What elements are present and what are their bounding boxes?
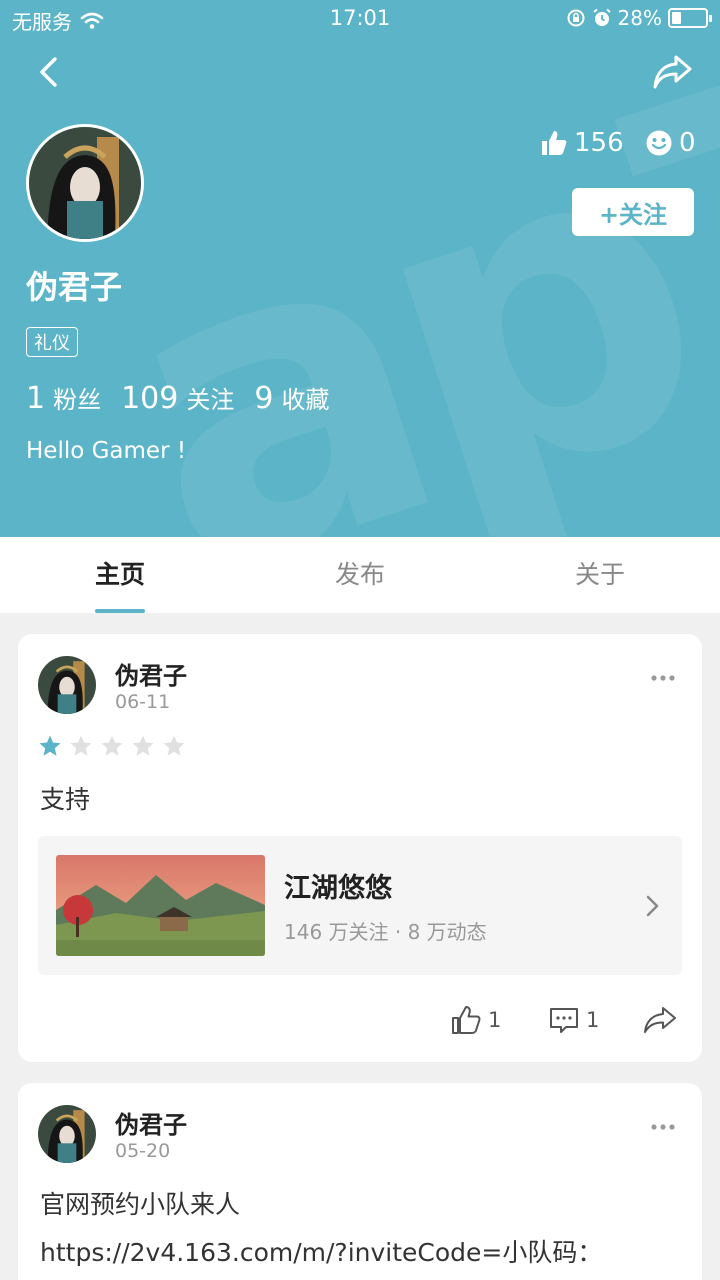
mood-counter[interactable]: 0 (645, 128, 696, 158)
share-outline-icon (644, 1007, 676, 1033)
profile-tag[interactable]: 礼仪 (26, 327, 78, 357)
post-author-avatar[interactable] (38, 1105, 96, 1163)
fans-label[interactable]: 粉丝 (53, 380, 101, 415)
favorites-label[interactable]: 收藏 (281, 380, 329, 415)
post-card[interactable]: 伪君子 05-20 官网预约小队来人 https://2v4.163.com/m… (18, 1083, 702, 1280)
battery-percent: 28% (617, 6, 662, 30)
profile-avatar[interactable] (26, 124, 144, 242)
follow-button[interactable]: +关注 (572, 188, 694, 236)
post-comment-count: 1 (586, 1008, 600, 1032)
post-date: 06-11 (115, 691, 171, 713)
more-options-icon[interactable] (650, 674, 676, 682)
likes-counter[interactable]: 156 (540, 128, 624, 158)
post-author-name[interactable]: 伪君子 (115, 656, 187, 691)
following-label[interactable]: 关注 (186, 380, 234, 415)
battery-icon (668, 8, 712, 28)
alarm-icon (592, 8, 611, 26)
post-card[interactable]: 伪君子 06-11 支持 江湖悠悠 146 万关注 · 8 万动态 1 1 (18, 634, 702, 1062)
star-empty-icon (70, 735, 92, 756)
profile-stats: 1 粉丝 109 关注 9 收藏 (26, 380, 349, 416)
following-count[interactable]: 109 (121, 381, 178, 416)
star-empty-icon (132, 735, 154, 756)
rating-stars (38, 734, 186, 758)
rotation-lock-icon (567, 9, 585, 27)
game-thumbnail (56, 855, 265, 956)
game-link-card[interactable]: 江湖悠悠 146 万关注 · 8 万动态 (38, 836, 682, 975)
post-text: 官网预约小队来人 (40, 1190, 241, 1219)
post-link-text[interactable]: https://2v4.163.com/m/?inviteCode=小队码： (40, 1233, 602, 1269)
tab-home[interactable]: 主页 (0, 537, 240, 613)
fans-count[interactable]: 1 (26, 381, 45, 416)
comment-icon (550, 1008, 578, 1033)
mood-count: 0 (679, 128, 696, 158)
post-date: 05-20 (115, 1140, 171, 1162)
likes-count: 156 (574, 128, 624, 158)
thumbs-up-outline-icon (452, 1006, 481, 1034)
star-empty-icon (163, 735, 185, 756)
post-comment-button[interactable]: 1 (548, 1000, 599, 1040)
post-author-avatar[interactable] (38, 656, 96, 714)
tab-posts[interactable]: 发布 (240, 537, 480, 613)
star-empty-icon (101, 735, 123, 756)
thumbs-up-icon (542, 131, 567, 155)
favorites-count[interactable]: 9 (254, 381, 273, 416)
profile-tabs: 主页 发布 关于 (0, 537, 720, 613)
post-share-button[interactable] (642, 1000, 678, 1040)
smiley-icon (646, 130, 672, 156)
star-filled-icon (39, 735, 61, 756)
profile-header: apTa 无服务 17:01 28% 156 0 +关注 伪君子 礼仪 1 粉丝… (0, 0, 720, 537)
share-icon[interactable] (650, 52, 694, 92)
game-meta: 146 万关注 · 8 万动态 (284, 920, 487, 944)
post-like-count: 1 (488, 1008, 502, 1032)
post-text: 支持 (40, 785, 91, 814)
post-like-button[interactable]: 1 (450, 1000, 501, 1040)
game-name: 江湖悠悠 (284, 873, 392, 904)
status-bar: 无服务 17:01 28% (0, 0, 720, 38)
more-options-icon[interactable] (650, 1123, 676, 1131)
profile-bio: Hello Gamer ! (26, 438, 187, 464)
tab-about[interactable]: 关于 (480, 537, 720, 613)
profile-username: 伪君子 (26, 268, 123, 306)
chevron-right-icon (646, 895, 659, 917)
post-author-name[interactable]: 伪君子 (115, 1105, 187, 1140)
back-icon[interactable] (30, 52, 70, 92)
